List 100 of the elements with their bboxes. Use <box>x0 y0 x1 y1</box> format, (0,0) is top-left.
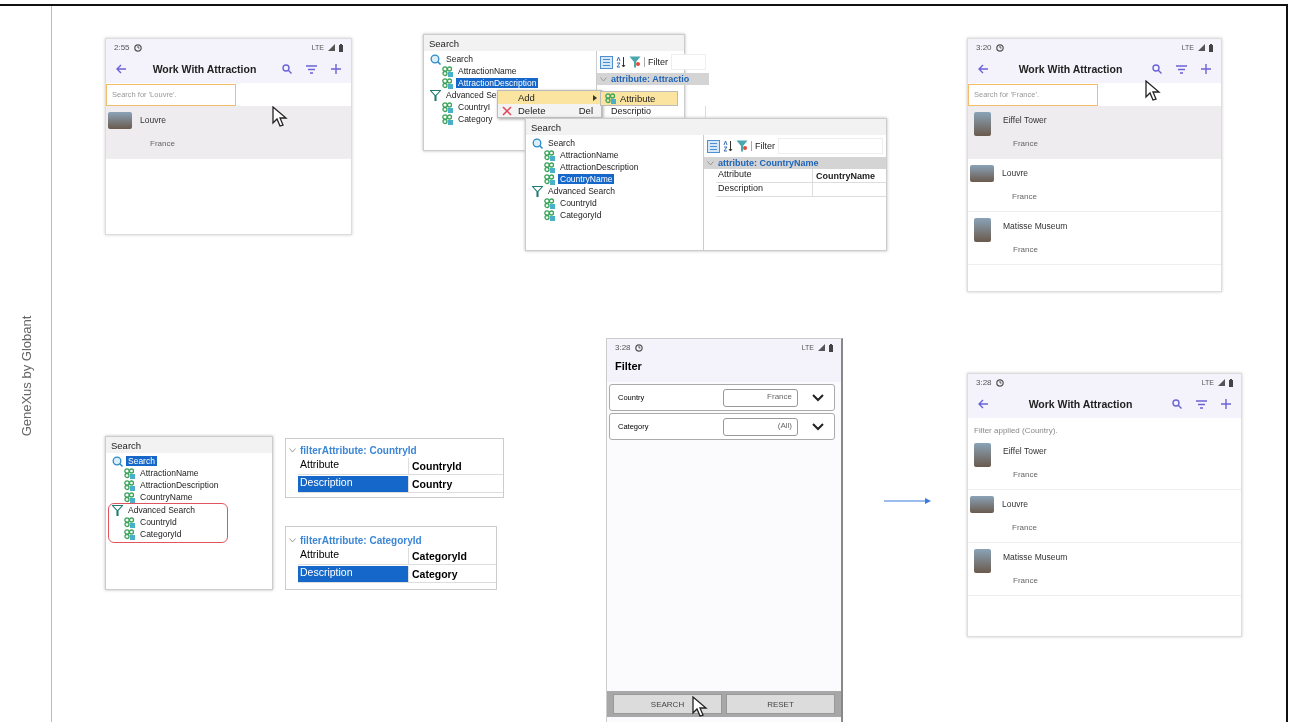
window-title: Search <box>106 437 272 453</box>
screen-title: Work With Attraction <box>151 63 258 75</box>
battery-icon <box>1229 378 1233 387</box>
screen-title: Work With Attraction <box>1017 63 1124 75</box>
chevron-icon <box>289 447 296 453</box>
molecule-icon <box>544 173 555 185</box>
chevron-icon[interactable] <box>812 422 824 431</box>
tree-item[interactable]: Search <box>546 138 577 148</box>
slide-caption: GeneXus by Globant <box>18 315 34 437</box>
country-name: France <box>1012 244 1039 254</box>
menu-item[interactable]: Delete Del <box>498 104 601 117</box>
tree-item[interactable]: CountryI <box>456 102 493 112</box>
filter-field[interactable] <box>671 54 706 70</box>
tree-item[interactable]: AttractionDescription <box>456 78 539 88</box>
molecule-icon <box>544 161 555 173</box>
back-icon[interactable] <box>978 64 989 74</box>
list-item[interactable]: Louvre France <box>968 490 1241 543</box>
funnel-icon[interactable] <box>629 56 641 68</box>
property-name[interactable]: Attribute <box>298 548 409 564</box>
property-name[interactable]: Description <box>716 183 813 196</box>
filter-message: Filter applied (Country). <box>973 425 1059 437</box>
tree-item[interactable]: AttractionName <box>456 66 519 76</box>
add-icon[interactable] <box>1221 399 1231 409</box>
back-icon[interactable] <box>978 399 989 409</box>
property-group-header[interactable]: attribute: Attractio <box>597 73 709 85</box>
molecule-icon <box>544 149 555 161</box>
tree-item[interactable]: AttractionDescription <box>558 162 641 172</box>
action-button[interactable]: SEARCH <box>613 694 722 714</box>
window-title: Search <box>526 119 886 135</box>
search-icon <box>430 53 441 65</box>
add-icon[interactable] <box>1201 64 1211 74</box>
tree-item[interactable]: CountryId <box>138 517 179 527</box>
submenu-arrow-icon <box>593 94 597 101</box>
dropdown-field[interactable]: France <box>723 388 798 407</box>
tree-item[interactable]: CategoryId <box>138 529 184 539</box>
action-button[interactable]: RESET <box>726 694 835 714</box>
molecule-icon <box>442 113 453 125</box>
country-name: France <box>1011 191 1037 201</box>
filter-label: Filter <box>644 57 668 67</box>
tree-item[interactable]: CountryName <box>558 174 615 184</box>
chevron-icon <box>289 537 296 543</box>
attraction-name: Matisse Museum <box>1003 220 1068 231</box>
tree-item[interactable]: AttractionName <box>558 150 621 160</box>
molecule-icon <box>124 479 135 491</box>
tree-item[interactable]: Advanced Search <box>546 186 618 196</box>
property-name[interactable]: Attribute <box>716 169 813 182</box>
battery-icon <box>339 43 343 52</box>
list-item[interactable]: Eiffel Tower France <box>968 437 1241 490</box>
sort-az-icon[interactable] <box>616 56 626 68</box>
screen-title: Work With Attraction <box>1027 398 1134 410</box>
clock-icon <box>133 43 142 52</box>
property-group-header[interactable]: attribute: CountryName <box>704 157 886 169</box>
list-item[interactable]: Matisse Museum France <box>968 211 1221 265</box>
clock-icon <box>995 378 1004 387</box>
list-item[interactable]: Louvre France <box>968 158 1221 212</box>
funnel-icon[interactable] <box>736 140 748 152</box>
property-group-title: filterAttribute: CountryId <box>300 444 417 456</box>
property-name[interactable]: Attribute <box>298 458 409 474</box>
back-icon[interactable] <box>116 64 127 74</box>
tree-item[interactable]: Advanced Search <box>126 505 198 515</box>
list-item[interactable]: Eiffel Tower France <box>968 105 1221 159</box>
tree-item[interactable]: Category <box>456 114 495 124</box>
battery-icon <box>829 343 833 352</box>
list-item[interactable]: Louvre France <box>106 105 351 159</box>
search-icon[interactable] <box>1172 399 1182 409</box>
molecule-icon <box>124 528 135 540</box>
chevron-icon[interactable] <box>812 393 824 402</box>
tree-item[interactable]: CountryName <box>138 492 195 502</box>
molecule-icon <box>124 516 135 528</box>
menu-item[interactable]: Attribute <box>601 92 677 105</box>
tree-item[interactable]: AttractionName <box>138 468 201 478</box>
tree-item[interactable]: AttractionDescription <box>138 480 221 490</box>
attraction-name: Eiffel Tower <box>1003 446 1047 456</box>
property-name[interactable]: Description <box>298 476 409 492</box>
dropdown-field[interactable]: (All) <box>723 417 798 436</box>
property-value[interactable]: Category <box>409 568 496 580</box>
property-value[interactable]: CountryName <box>813 170 886 181</box>
filter-icon[interactable] <box>1176 64 1187 74</box>
menu-item[interactable]: Add <box>498 91 601 104</box>
tree-item[interactable]: Advanced Se <box>444 90 499 100</box>
property-value[interactable]: CategoryId <box>409 550 496 562</box>
filter-icon[interactable] <box>1196 399 1207 409</box>
tree-item[interactable]: CountryId <box>558 198 599 208</box>
search-icon[interactable] <box>1152 64 1162 74</box>
molecule-icon <box>442 65 453 77</box>
photo-placeholder <box>974 217 991 242</box>
list-item[interactable]: Matisse Museum France <box>968 543 1241 596</box>
tree-item[interactable]: Search <box>444 54 475 64</box>
add-icon[interactable] <box>331 64 341 74</box>
property-value[interactable]: Country <box>409 478 503 490</box>
chevron-icon <box>707 160 714 166</box>
photo-placeholder <box>970 496 994 513</box>
tree-item[interactable]: Search <box>126 456 157 466</box>
sort-az-icon[interactable] <box>723 140 733 152</box>
tree-item[interactable]: CategoryId <box>558 210 604 220</box>
property-value[interactable]: CountryId <box>409 460 503 472</box>
filter-icon[interactable] <box>306 64 317 74</box>
country-name: France <box>1011 523 1037 532</box>
search-icon[interactable] <box>282 64 292 74</box>
property-name[interactable]: Description <box>298 566 409 582</box>
